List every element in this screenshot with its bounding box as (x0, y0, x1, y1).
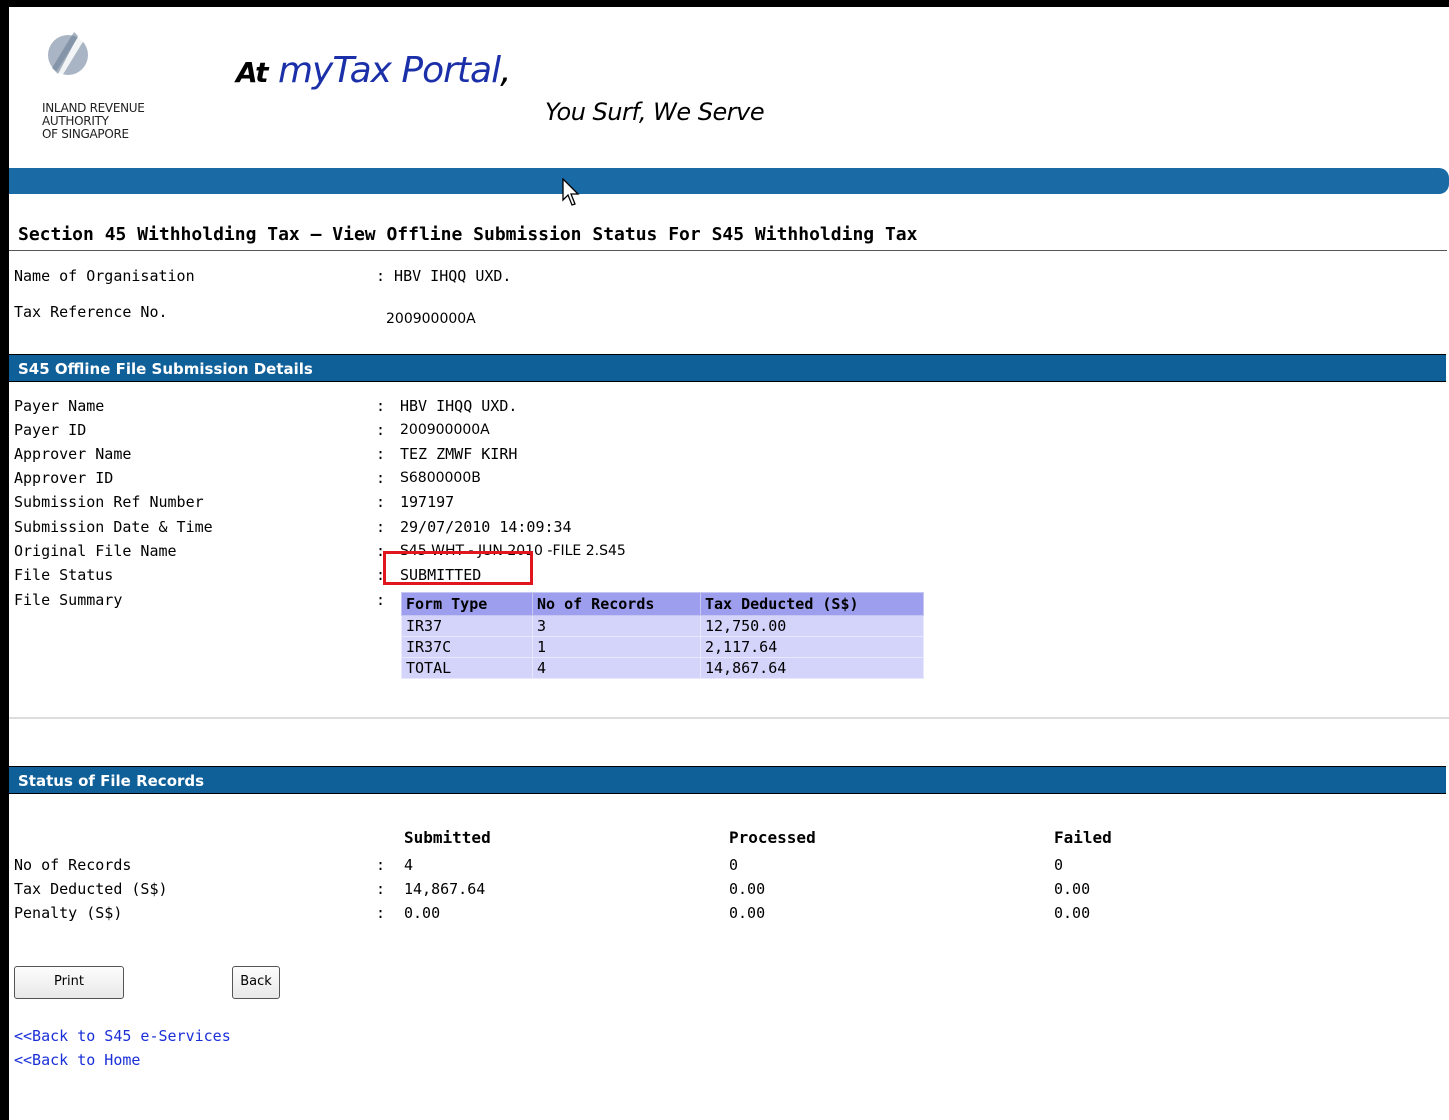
status-value: 4 (404, 856, 414, 874)
status-value: 14,867.64 (404, 880, 486, 898)
back-to-home-link[interactable]: <<Back to Home (14, 1051, 140, 1069)
field-value-submission-ref: 197197 (400, 493, 455, 511)
table-row: IR37 3 12,750.00 (401, 615, 924, 637)
status-records-header: Status of File Records (9, 766, 1446, 794)
status-value: 0 (1054, 856, 1064, 874)
table-row: TOTAL 4 14,867.64 (401, 657, 924, 679)
tagline-brand: myTax Portal (277, 50, 501, 91)
summary-cell: 1 (532, 636, 701, 658)
field-label-approver-name: Approver Name (14, 445, 132, 463)
summary-header-records: No of Records (532, 592, 701, 616)
portal-tagline: At myTax Portal, (236, 50, 512, 91)
status-value: 0 (729, 856, 739, 874)
header-bar (9, 168, 1449, 194)
field-colon: : (376, 445, 386, 463)
summary-cell: 14,867.64 (700, 657, 924, 679)
summary-cell: IR37C (401, 636, 533, 658)
back-to-s45-link[interactable]: <<Back to S45 e-Services (14, 1027, 231, 1045)
field-label-payer-name: Payer Name (14, 397, 105, 415)
tax-ref-value: 200900000A (386, 311, 476, 327)
status-value: 0.00 (404, 904, 441, 922)
field-label-submission-ref: Submission Ref Number (14, 493, 204, 511)
field-colon: : (376, 421, 386, 439)
field-colon: : (376, 591, 386, 609)
field-value-approver-name: TEZ ZMWF KIRH (400, 445, 518, 463)
status-value: 0.00 (1054, 904, 1091, 922)
field-value-payer-name: HBV IHQQ UXD. (400, 397, 518, 415)
section-divider (9, 717, 1449, 719)
field-colon: : (376, 856, 386, 874)
print-button[interactable]: Print (14, 966, 124, 999)
iras-name: INLAND REVENUE AUTHORITY OF SINGAPORE (42, 102, 145, 141)
summary-header-tax: Tax Deducted (S$) (700, 592, 924, 616)
title-divider (9, 250, 1447, 251)
field-value-payer-id: 200900000A (400, 422, 490, 438)
field-colon: : (376, 397, 386, 415)
status-value: 0.00 (1054, 880, 1091, 898)
status-value: 0.00 (729, 880, 766, 898)
status-col-processed: Processed (729, 828, 816, 847)
iras-name-line-3: OF SINGAPORE (42, 127, 129, 141)
org-name-label: Name of Organisation (14, 267, 195, 285)
field-label-submission-datetime: Submission Date & Time (14, 518, 213, 536)
field-label-file-summary: File Summary (14, 591, 123, 609)
submission-details-header: S45 Offline File Submission Details (9, 354, 1446, 382)
tagline-comma: , (500, 50, 511, 91)
status-label-tax: Tax Deducted (S$) (14, 880, 168, 898)
field-colon: : (376, 469, 386, 487)
status-value: 0.00 (729, 904, 766, 922)
status-label-records: No of Records (14, 856, 132, 874)
field-colon: : (376, 493, 386, 511)
field-label-payer-id: Payer ID (14, 421, 87, 439)
summary-header-form-type: Form Type (401, 592, 533, 616)
field-colon: : (376, 880, 386, 898)
status-label-penalty: Penalty (S$) (14, 904, 123, 922)
summary-header-row: Form Type No of Records Tax Deducted (S$… (401, 592, 924, 616)
iras-logo (48, 32, 88, 76)
mouse-cursor-icon (562, 178, 580, 206)
field-label-approver-id: Approver ID (14, 469, 114, 487)
org-name-value: : HBV IHQQ UXD. (376, 267, 512, 285)
summary-cell: 2,117.64 (700, 636, 924, 658)
back-button[interactable]: Back (232, 966, 280, 999)
field-value-submission-datetime: 29/07/2010 14:09:34 (400, 518, 572, 536)
field-colon: : (376, 518, 386, 536)
field-label-file-status: File Status (14, 566, 114, 584)
tax-ref-label: Tax Reference No. (14, 303, 168, 321)
table-row: IR37C 1 2,117.64 (401, 636, 924, 658)
tagline-at: At (236, 56, 269, 89)
status-col-failed: Failed (1054, 828, 1112, 847)
field-label-file-name: Original File Name (14, 542, 177, 560)
field-colon: : (376, 904, 386, 922)
summary-cell: 3 (532, 615, 701, 637)
file-status-highlight (383, 551, 533, 585)
summary-cell: 4 (532, 657, 701, 679)
field-value-approver-id: S6800000B (400, 470, 481, 486)
summary-cell: 12,750.00 (700, 615, 924, 637)
summary-cell: TOTAL (401, 657, 533, 679)
summary-cell: IR37 (401, 615, 533, 637)
status-col-submitted: Submitted (404, 828, 491, 847)
page-title: Section 45 Withholding Tax – View Offlin… (18, 224, 918, 245)
file-summary-table: Form Type No of Records Tax Deducted (S$… (401, 592, 924, 679)
portal-slogan: You Surf, We Serve (545, 98, 765, 126)
